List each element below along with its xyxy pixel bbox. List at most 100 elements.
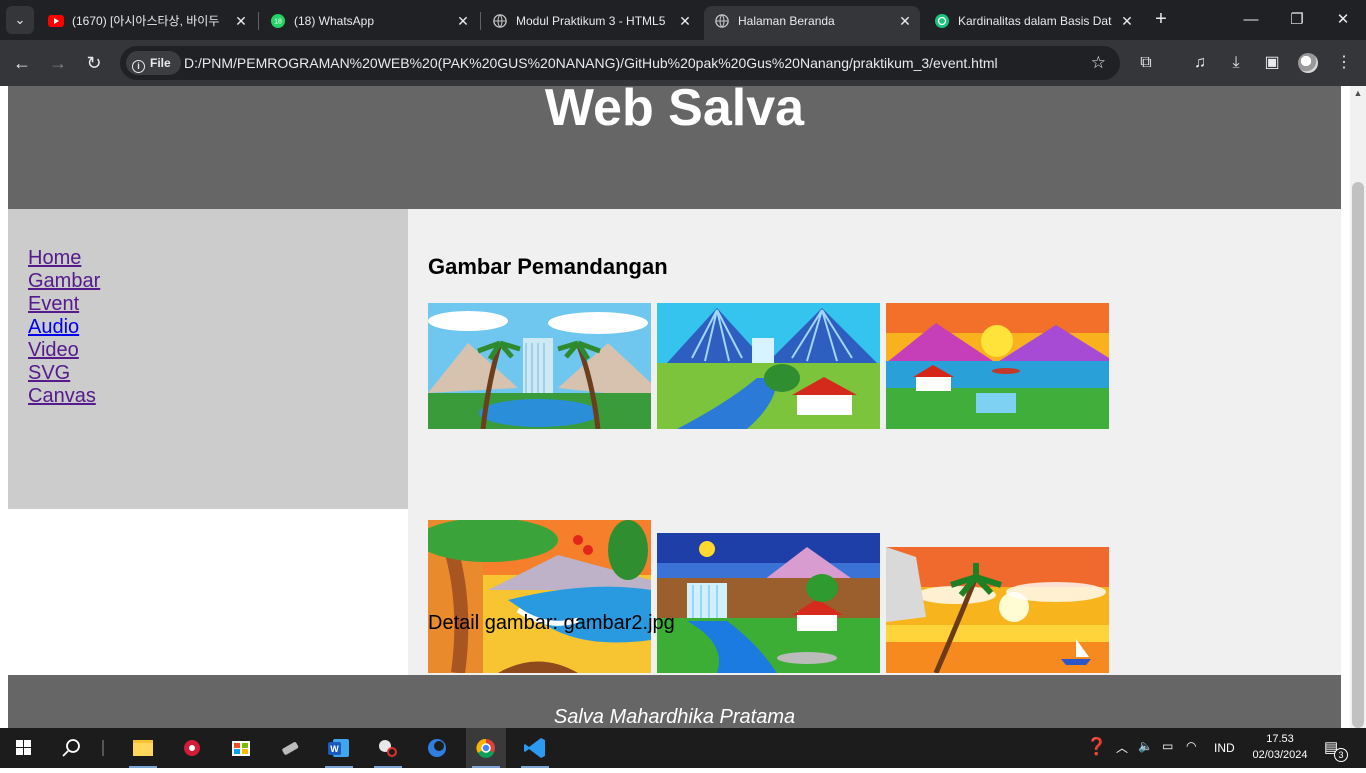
search-button[interactable]: [52, 728, 92, 768]
browser-tab-kardinalitas[interactable]: Kardinalitas dalam Basis Dat ✕: [924, 6, 1142, 36]
tab-search-button[interactable]: ⌄: [6, 6, 34, 34]
nav-link-audio[interactable]: Audio: [28, 316, 388, 339]
whatsapp-icon: 18: [271, 14, 285, 28]
clock-time: 17.53: [1266, 733, 1294, 745]
tab-separator: [258, 12, 259, 30]
windows-taskbar: W ❓ ︿ 🔈 ▭ ◠ IND 17.53 02/03/2024 ▤ 3: [0, 728, 1366, 768]
browser-tab-modul[interactable]: Modul Praktikum 3 - HTML5 ✕: [482, 6, 700, 36]
landscape-image-1[interactable]: [428, 303, 651, 429]
site-footer: Salva Mahardhika Pratama: [8, 675, 1341, 728]
url-text[interactable]: D:/PNM/PEMROGRAMAN%20WEB%20(PAK%20GUS%20…: [184, 46, 998, 80]
globe-icon: [715, 14, 729, 28]
taskbar-divider: [102, 740, 104, 756]
sidebar-nav: Home Gambar Event Audio Video SVG Canvas: [8, 209, 408, 509]
taskbar-microsoft-store[interactable]: [221, 728, 261, 768]
battery-icon[interactable]: ▭: [1162, 739, 1173, 753]
globe-icon: [493, 14, 507, 28]
landscape-image-3[interactable]: [886, 303, 1109, 429]
browser-tab-whatsapp[interactable]: 18 (18) WhatsApp ✕: [260, 6, 478, 36]
vscode-icon: [524, 738, 545, 758]
close-window-button[interactable]: ✕: [1320, 6, 1366, 34]
address-bar[interactable]: i File D:/PNM/PEMROGRAMAN%20WEB%20(PAK%20…: [120, 46, 1120, 80]
close-tab-icon[interactable]: ✕: [898, 6, 912, 36]
word-icon: W: [328, 739, 349, 757]
close-tab-icon[interactable]: ✕: [234, 6, 248, 36]
taskbar-snipping-tool[interactable]: [368, 728, 408, 768]
taskbar-clock[interactable]: 17.53 02/03/2024: [1240, 731, 1320, 763]
main-content: Gambar Pemandangan Detail gambar: gambar…: [408, 209, 1341, 675]
forward-button[interactable]: →: [44, 49, 72, 77]
tab-title: Modul Praktikum 3 - HTML5: [516, 14, 666, 28]
browser-tab-youtube[interactable]: (1670) [아시아스타상, 바이두 ✕: [38, 6, 256, 36]
taskbar-edge-app[interactable]: [417, 728, 457, 768]
clock-date: 02/03/2024: [1252, 749, 1308, 761]
nav-link-event[interactable]: Event: [28, 293, 388, 316]
download-icon[interactable]: ⤓: [1222, 49, 1250, 77]
nav-link-svg[interactable]: SVG: [28, 362, 388, 385]
tab-title: (18) WhatsApp: [294, 14, 375, 28]
close-tab-icon[interactable]: ✕: [1120, 6, 1134, 36]
taskbar-chrome[interactable]: [466, 728, 506, 768]
youtube-icon: [48, 15, 64, 27]
side-panel-icon[interactable]: ▣: [1258, 49, 1286, 77]
close-tab-icon[interactable]: ✕: [456, 6, 470, 36]
minimize-window-button[interactable]: —: [1228, 6, 1274, 34]
landscape-image-4[interactable]: [428, 520, 651, 673]
browser-tab-bar: ⌄ (1670) [아시아스타상, 바이두 ✕ 18 (18) WhatsApp…: [0, 0, 1366, 40]
nav-link-gambar[interactable]: Gambar: [28, 270, 388, 293]
nav-link-home[interactable]: Home: [28, 247, 388, 270]
svg-text:W: W: [330, 744, 339, 754]
section-title: Gambar Pemandangan: [428, 254, 668, 279]
wifi-icon[interactable]: ◠: [1186, 739, 1196, 753]
tab-title: Halaman Beranda: [738, 14, 835, 28]
taskbar-app-red[interactable]: [172, 728, 212, 768]
back-button[interactable]: ←: [8, 49, 36, 77]
nav-link-video[interactable]: Video: [28, 339, 388, 362]
site-title: Web Salva: [544, 86, 805, 137]
close-tab-icon[interactable]: ✕: [678, 6, 692, 36]
landscape-image-2[interactable]: [657, 303, 880, 429]
taskbar-file-explorer[interactable]: [123, 728, 163, 768]
site-header: Web Salva: [8, 86, 1341, 209]
tab-title: Kardinalitas dalam Basis Dat: [958, 14, 1112, 28]
nav-link-canvas[interactable]: Canvas: [28, 385, 388, 408]
taskbar-vscode[interactable]: [515, 728, 555, 768]
windows-logo-icon: [16, 740, 31, 755]
app-icon: [428, 739, 446, 757]
page-scrollbar[interactable]: ▲: [1350, 86, 1366, 728]
bookmark-star-icon[interactable]: ☆: [1091, 46, 1106, 80]
volume-icon[interactable]: 🔈: [1138, 739, 1153, 753]
footer-author: Salva Mahardhika Pratama: [553, 706, 796, 728]
restore-window-button[interactable]: ❐: [1274, 6, 1320, 34]
start-button[interactable]: [4, 728, 44, 768]
notification-count-badge: 3: [1334, 748, 1348, 762]
tab-separator: [480, 12, 481, 30]
profile-avatar[interactable]: [1298, 53, 1318, 73]
extensions-icon[interactable]: ⧉: [1132, 49, 1160, 77]
landscape-image-6[interactable]: [886, 547, 1109, 673]
app-icon: [184, 740, 200, 756]
reload-button[interactable]: ↻: [80, 49, 108, 77]
info-icon: i: [132, 60, 145, 73]
store-icon: [232, 741, 250, 756]
chrome-icon: [476, 738, 495, 758]
taskbar-usb-app[interactable]: [270, 728, 310, 768]
search-icon: [62, 739, 80, 757]
site-info-chip[interactable]: i File: [126, 51, 181, 75]
show-hidden-icons-chevron-icon[interactable]: ︿: [1116, 739, 1128, 756]
language-indicator[interactable]: IND: [1214, 741, 1235, 755]
landscape-image-5[interactable]: [657, 533, 880, 673]
help-icon[interactable]: ❓: [1086, 737, 1107, 757]
scroll-up-arrow-icon[interactable]: ▲: [1350, 88, 1366, 98]
browser-toolbar: ← → ↻ i File D:/PNM/PEMROGRAMAN%20WEB%20(…: [0, 40, 1366, 86]
chrome-menu-icon[interactable]: ⋮: [1330, 49, 1358, 77]
media-controls-icon[interactable]: ♫: [1186, 49, 1214, 77]
taskbar-word[interactable]: W: [319, 728, 359, 768]
snipping-tool-icon: [379, 740, 397, 757]
scrollbar-thumb[interactable]: [1352, 182, 1364, 728]
browser-tab-halaman-beranda[interactable]: Halaman Beranda ✕: [704, 6, 920, 40]
usb-drive-icon: [282, 742, 299, 755]
page-viewport: Web Salva Home Gambar Event Audio Video …: [0, 86, 1350, 728]
new-tab-button[interactable]: +: [1148, 6, 1174, 34]
site-info-label: File: [150, 56, 171, 70]
